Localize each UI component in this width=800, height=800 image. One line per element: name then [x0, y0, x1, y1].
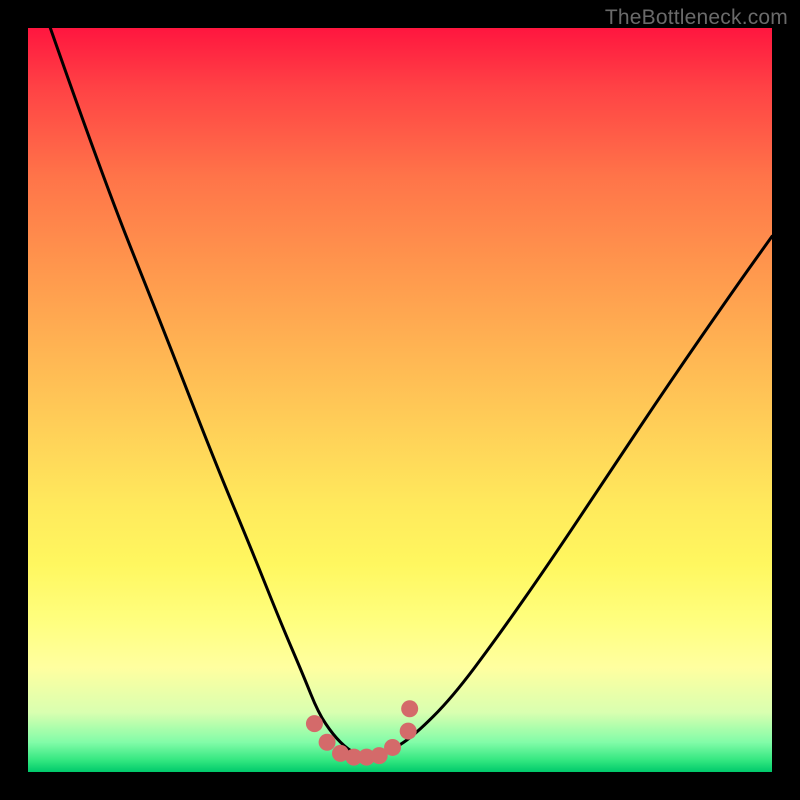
trough-marker — [400, 723, 417, 740]
trough-marker — [306, 715, 323, 732]
bottleneck-curve — [50, 28, 772, 757]
trough-marker — [319, 734, 336, 751]
chart-svg — [28, 28, 772, 772]
trough-marker — [401, 700, 418, 717]
chart-plot-area — [28, 28, 772, 772]
trough-marker — [384, 739, 401, 756]
watermark-text: TheBottleneck.com — [605, 6, 788, 30]
